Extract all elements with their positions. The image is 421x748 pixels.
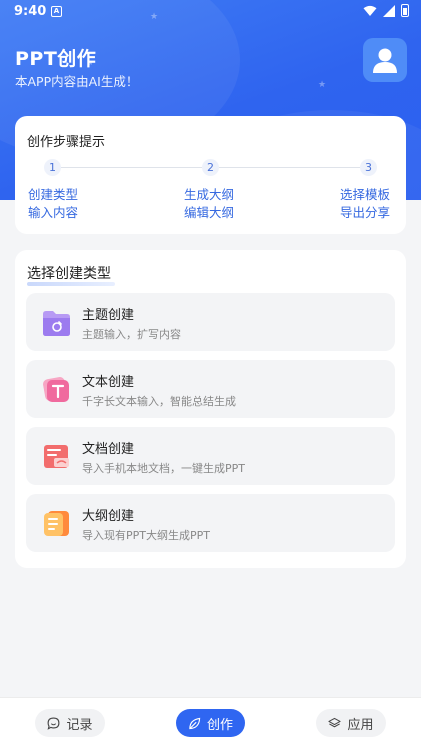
nav-label: 应用: [347, 717, 374, 733]
nav-apps-button[interactable]: 应用: [316, 709, 386, 737]
chat-icon: [48, 717, 60, 730]
outline-icon: [44, 511, 69, 536]
type-item-outline[interactable]: 大纲创建 导入现有PPT大纲生成PPT: [26, 494, 395, 552]
document-icon: [44, 445, 69, 468]
star-decor-icon: ★: [318, 80, 327, 90]
user-icon: [373, 48, 397, 73]
type-desc: 主题输入，扩写内容: [82, 328, 181, 341]
step-number-2: 2: [202, 159, 219, 176]
type-item-document[interactable]: 文档创建 导入手机本地文档，一键生成PPT: [26, 427, 395, 485]
page-title: PPT创作: [15, 48, 97, 70]
avatar[interactable]: [363, 38, 407, 82]
type-name: 主题创建: [82, 308, 135, 323]
status-icons: [363, 4, 409, 17]
bottom-nav: 记录 创作 应用: [0, 697, 421, 748]
type-name: 文档创建: [82, 442, 135, 457]
signal-icon: [383, 4, 395, 17]
step-2-text: 生成大纲 编辑大纲: [184, 186, 234, 222]
type-name: 文本创建: [82, 375, 135, 390]
type-desc: 导入手机本地文档，一键生成PPT: [82, 462, 245, 475]
step-number-3: 3: [360, 159, 377, 176]
step-number-1: 1: [44, 159, 61, 176]
step-3-text: 选择模板 导出分享: [340, 186, 390, 222]
step-1-text: 创建类型 输入内容: [28, 186, 78, 222]
folder-icon: [43, 311, 70, 336]
nav-label: 记录: [66, 717, 93, 733]
section-title: 选择创建类型: [27, 266, 111, 282]
step-3-line1: 选择模板: [340, 187, 391, 202]
step-3-line2: 导出分享: [340, 205, 391, 220]
nav-record-button[interactable]: 记录: [35, 709, 105, 737]
step-2-line2: 编辑大纲: [184, 205, 235, 220]
nav-create-button[interactable]: 创作: [176, 709, 245, 737]
step-2-line1: 生成大纲: [184, 187, 235, 202]
type-desc: 导入现有PPT大纲生成PPT: [82, 529, 210, 542]
battery-icon: [401, 4, 409, 17]
status-bar: 9:40 A: [0, 0, 421, 24]
text-icon: [43, 377, 69, 402]
layers-icon: [328, 717, 342, 727]
leaf-icon: [189, 717, 201, 729]
type-item-text[interactable]: 文本创建 千字长文本输入，智能总结生成: [26, 360, 395, 418]
status-time: 9:40: [14, 4, 47, 19]
notification-icon: A: [51, 6, 62, 17]
type-item-topic[interactable]: 主题创建 主题输入，扩写内容: [26, 293, 395, 351]
wifi-icon: [363, 5, 377, 16]
steps-title: 创作步骤提示: [27, 135, 106, 150]
nav-label: 创作: [206, 717, 233, 733]
page-subtitle: 本APP内容由AI生成！: [15, 74, 139, 89]
step-1-line1: 创建类型: [28, 187, 79, 202]
type-name: 大纲创建: [82, 509, 135, 524]
type-desc: 千字长文本输入，智能总结生成: [82, 395, 236, 408]
steps-card: 创作步骤提示 1 2 3 创建类型 输入内容 生成大纲 编辑大纲 选择模板 导出…: [15, 116, 406, 234]
create-type-card: 选择创建类型 主题创建 主题输入，扩写内容 文本创建 千字长文本输入，智能总结生…: [15, 250, 406, 568]
step-1-line2: 输入内容: [28, 205, 79, 220]
